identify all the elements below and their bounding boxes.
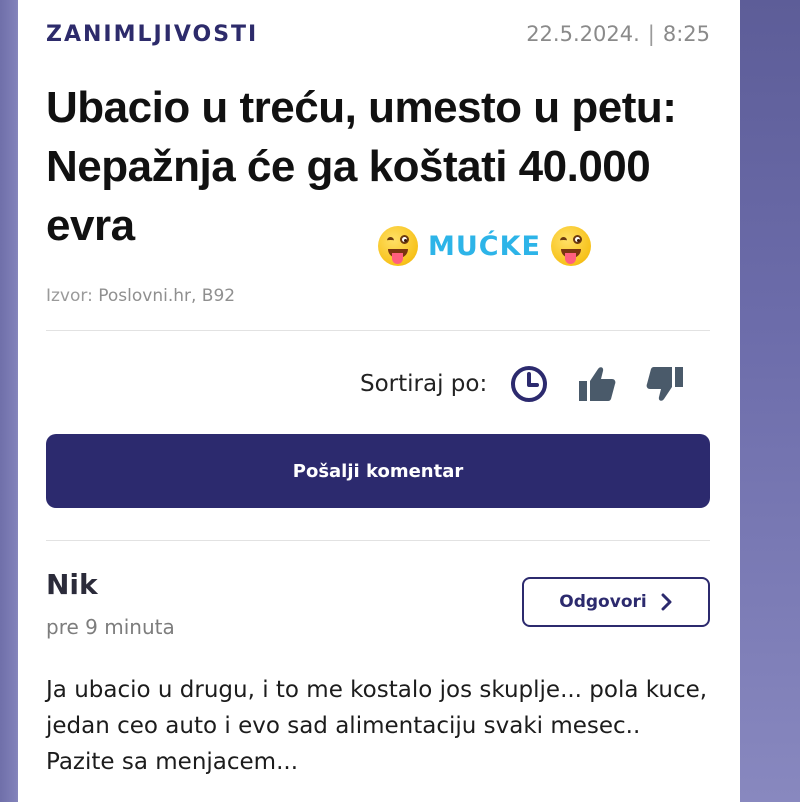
- article-headline: Ubacio u treću, umesto u petu: Nepažnja …: [46, 83, 677, 250]
- comment-text: Ja ubacio u drugu, i to me kostalo jos s…: [46, 677, 708, 775]
- zany-face-icon: [378, 226, 418, 266]
- thumbs-down-icon[interactable]: [643, 362, 687, 406]
- clock-icon[interactable]: [507, 362, 551, 406]
- sticker-mucke: MUĆKE: [378, 226, 591, 266]
- chevron-right-icon: [661, 593, 672, 611]
- send-comment-button[interactable]: Pošalji komentar: [46, 434, 710, 508]
- divider: [46, 540, 710, 541]
- zany-face-icon: [550, 226, 591, 266]
- article-card: ZANIMLJIVOSTI 22.5.2024. | 8:25 Ubacio u…: [18, 0, 740, 802]
- divider: [46, 330, 710, 331]
- article-time: 8:25: [662, 22, 710, 46]
- sort-controls: Sortiraj po:: [360, 362, 711, 406]
- comment-author: Nik: [46, 568, 98, 601]
- reply-label: Odgovori: [559, 592, 647, 612]
- sticker-text: MUĆKE: [428, 230, 541, 262]
- source-value: Poslovni.hr, B92: [98, 286, 236, 306]
- article-date: 22.5.2024.: [526, 22, 640, 46]
- sort-label: Sortiraj po:: [360, 371, 488, 397]
- reply-button[interactable]: Odgovori: [522, 577, 710, 627]
- thumbs-up-icon[interactable]: [575, 362, 619, 406]
- comment-time: pre 9 minuta: [46, 615, 175, 639]
- category-label[interactable]: ZANIMLJIVOSTI: [46, 22, 258, 47]
- article-meta: 22.5.2024. | 8:25: [526, 22, 710, 46]
- meta-separator: |: [647, 22, 655, 46]
- send-comment-label: Pošalji komentar: [292, 460, 464, 482]
- source-label: Izvor:: [46, 286, 93, 306]
- article-source: Izvor: Poslovni.hr, B92: [46, 286, 235, 306]
- background-strip: [740, 0, 800, 802]
